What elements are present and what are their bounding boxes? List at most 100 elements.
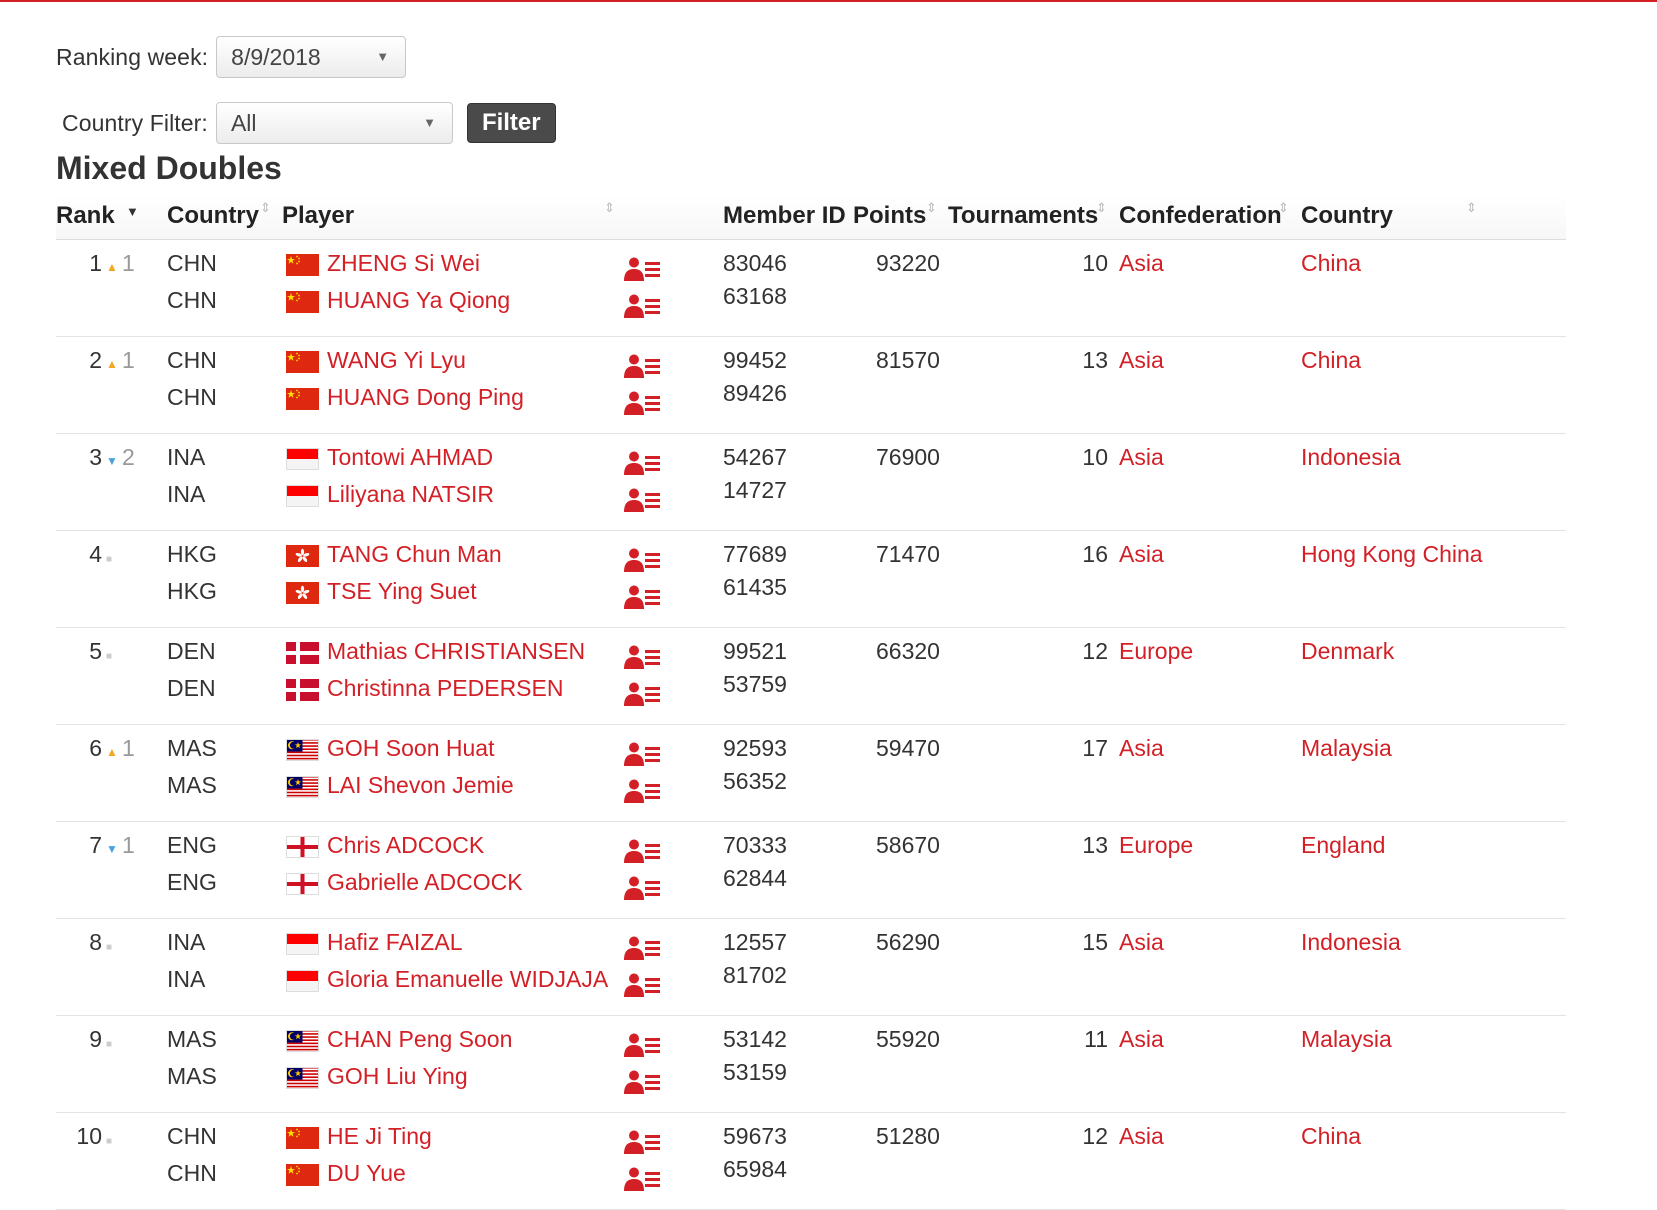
player-name-link[interactable]: Gabrielle ADCOCK [327, 869, 523, 896]
rank-number: 2 [89, 347, 102, 373]
flag-hkg-icon [286, 582, 319, 604]
ranking-week-select[interactable]: 8/9/2018 ▼ [216, 36, 407, 78]
player-name-link[interactable]: TANG Chun Man [327, 541, 502, 568]
column-header-confederation[interactable]: Confederation [1119, 202, 1282, 230]
player-profile-icon[interactable] [624, 450, 664, 476]
player-name-link[interactable]: DU Yue [327, 1160, 406, 1187]
confederation-link[interactable]: Asia [1119, 735, 1164, 762]
table-row: 1 ▲ 1 CHN ZHENG Si Wei 83046 CHN HUANG Ya Qiong… [56, 240, 1566, 337]
sort-icon[interactable]: ⇕ [1278, 200, 1289, 216]
table-header: Rank ▼ Country ⇕ Player ⇕ Member ID Poin… [56, 196, 1566, 240]
player-profile-icon[interactable] [624, 644, 664, 670]
country-name-link[interactable]: China [1301, 1123, 1361, 1150]
sort-icon[interactable]: ⇕ [1466, 200, 1477, 216]
country-name-link[interactable]: Denmark [1301, 638, 1394, 665]
column-header-tournaments[interactable]: Tournaments [948, 202, 1098, 230]
tournaments-value: 15 [1082, 929, 1108, 955]
country-name-link[interactable]: Malaysia [1301, 1026, 1392, 1053]
country-code: CHN [167, 347, 217, 373]
column-header-country-name[interactable]: Country [1301, 202, 1393, 230]
player-name-link[interactable]: LAI Shevon Jemie [327, 772, 514, 799]
flag-den-icon [286, 642, 319, 664]
column-header-points[interactable]: Points [853, 202, 926, 230]
player-name-link[interactable]: Christinna PEDERSEN [327, 675, 563, 702]
player-profile-icon[interactable] [624, 681, 664, 707]
player-name-link[interactable]: ZHENG Si Wei [327, 250, 480, 277]
player-profile-icon[interactable] [624, 778, 664, 804]
rank-change-value: 1 [122, 250, 135, 276]
player-name-link[interactable]: Gloria Emanuelle WIDJAJA [327, 966, 608, 993]
member-id: 54267 [723, 444, 787, 470]
player-profile-icon[interactable] [624, 256, 664, 282]
column-header-rank[interactable]: Rank [56, 202, 115, 230]
player-profile-icon[interactable] [624, 1069, 664, 1095]
confederation-link[interactable]: Asia [1119, 541, 1164, 568]
flag-ina-icon [286, 933, 319, 955]
country-name-link[interactable]: China [1301, 347, 1361, 374]
player-profile-icon[interactable] [624, 390, 664, 416]
player-profile-icon[interactable] [624, 1129, 664, 1155]
player-name-link[interactable]: HUANG Ya Qiong [327, 287, 510, 314]
confederation-link[interactable]: Europe [1119, 832, 1193, 859]
player-name-link[interactable]: HE Ji Ting [327, 1123, 432, 1150]
country-name-link[interactable]: Indonesia [1301, 444, 1401, 471]
tournaments-value: 10 [1082, 250, 1108, 276]
rank-number: 4 [89, 541, 102, 567]
sort-icon[interactable]: ⇕ [1096, 200, 1107, 216]
player-name-link[interactable]: Hafiz FAIZAL [327, 929, 462, 956]
sort-desc-icon[interactable]: ▼ [126, 204, 139, 219]
table-row: 9 ■ MAS CHAN Peng Soon 53142 MAS GOH Liu Ying 5… [56, 1016, 1566, 1113]
player-name-link[interactable]: Chris ADCOCK [327, 832, 484, 859]
player-profile-icon[interactable] [624, 972, 664, 998]
ranking-week-label: Ranking week: [56, 43, 209, 70]
player-name-link[interactable]: HUANG Dong Ping [327, 384, 524, 411]
player-profile-icon[interactable] [624, 487, 664, 513]
player-profile-icon[interactable] [624, 1032, 664, 1058]
table-body: 1 ▲ 1 CHN ZHENG Si Wei 83046 CHN HUANG Ya Qiong… [56, 240, 1566, 1210]
player-profile-icon[interactable] [624, 875, 664, 901]
player-name-link[interactable]: Liliyana NATSIR [327, 481, 494, 508]
country-name-link[interactable]: Hong Kong China [1301, 541, 1483, 568]
country-name-link[interactable]: Indonesia [1301, 929, 1401, 956]
player-profile-icon[interactable] [624, 838, 664, 864]
confederation-link[interactable]: Asia [1119, 1026, 1164, 1053]
player-profile-icon[interactable] [624, 584, 664, 610]
ranking-week-value: 8/9/2018 [231, 43, 321, 70]
points-value: 58670 [876, 832, 940, 858]
country-filter-select[interactable]: All ▼ [215, 102, 453, 144]
player-name-link[interactable]: TSE Ying Suet [327, 578, 477, 605]
player-profile-icon[interactable] [624, 353, 664, 379]
country-name-link[interactable]: China [1301, 250, 1361, 277]
player-name-link[interactable]: GOH Soon Huat [327, 735, 494, 762]
flag-chn-icon [286, 254, 319, 276]
player-profile-icon[interactable] [624, 1166, 664, 1192]
player-profile-icon[interactable] [624, 547, 664, 573]
confederation-link[interactable]: Asia [1119, 444, 1164, 471]
sort-icon[interactable]: ⇕ [604, 200, 615, 216]
column-header-player[interactable]: Player [282, 202, 354, 230]
player-name-link[interactable]: GOH Liu Ying [327, 1063, 468, 1090]
confederation-link[interactable]: Asia [1119, 250, 1164, 277]
player-name-link[interactable]: Mathias CHRISTIANSEN [327, 638, 585, 665]
confederation-link[interactable]: Europe [1119, 638, 1193, 665]
player-profile-icon[interactable] [624, 935, 664, 961]
player-profile-icon[interactable] [624, 293, 664, 319]
confederation-link[interactable]: Asia [1119, 1123, 1164, 1150]
country-name-link[interactable]: Malaysia [1301, 735, 1392, 762]
points-value: 81570 [876, 347, 940, 373]
sort-icon[interactable]: ⇕ [926, 200, 937, 216]
page-title: Mixed Doubles [56, 150, 282, 186]
player-name-link[interactable]: Tontowi AHMAD [327, 444, 493, 471]
player-name-link[interactable]: WANG Yi Lyu [327, 347, 466, 374]
confederation-link[interactable]: Asia [1119, 347, 1164, 374]
sort-icon[interactable]: ⇕ [260, 200, 271, 216]
player-name-link[interactable]: CHAN Peng Soon [327, 1026, 512, 1053]
filter-button[interactable]: Filter [466, 103, 556, 143]
flag-chn-icon [286, 291, 319, 313]
country-code: MAS [167, 1063, 217, 1089]
column-header-country[interactable]: Country [167, 202, 259, 230]
member-id: 53759 [723, 671, 787, 697]
country-name-link[interactable]: England [1301, 832, 1385, 859]
confederation-link[interactable]: Asia [1119, 929, 1164, 956]
player-profile-icon[interactable] [624, 741, 664, 767]
